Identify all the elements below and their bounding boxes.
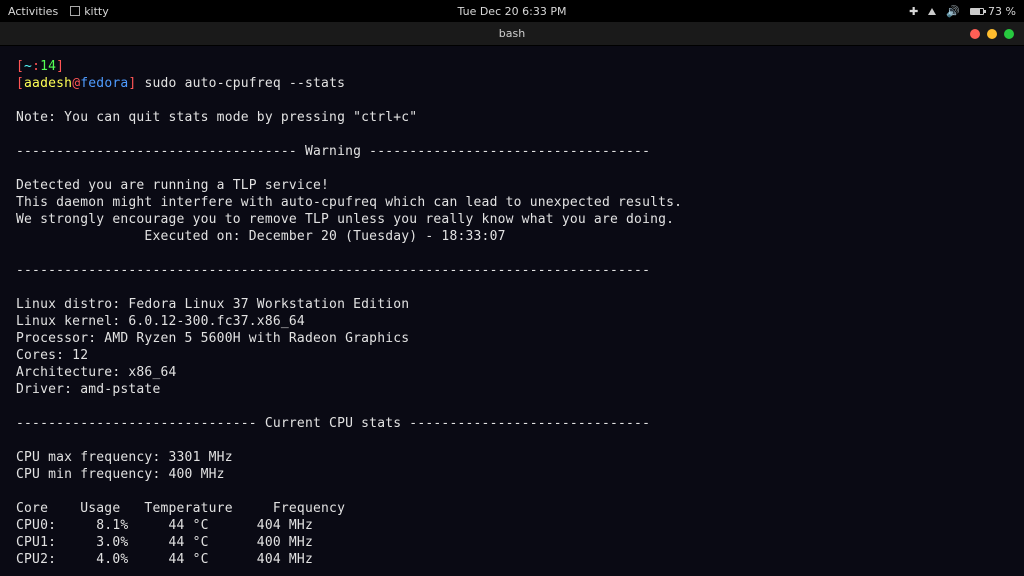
prompt-bracket: ]	[56, 59, 64, 74]
output-line: Note: You can quit stats mode by pressin…	[16, 110, 417, 125]
battery-percent: 73 %	[988, 5, 1016, 18]
output-line: ------------------------------ Current C…	[16, 416, 650, 431]
terminal[interactable]: [~:14] [aadesh@fedora] sudo auto-cpufreq…	[0, 46, 1024, 576]
app-name: kitty	[84, 5, 109, 18]
prompt-user: aadesh	[24, 76, 72, 91]
output-line: Linux distro: Fedora Linux 37 Workstatio…	[16, 297, 409, 312]
table-header: Core Usage Temperature Frequency	[16, 501, 345, 516]
window-title: bash	[499, 27, 525, 40]
output-line: CPU max frequency: 3301 MHz	[16, 450, 233, 465]
table-row: CPU2: 4.0% 44 °C 404 MHz	[16, 552, 313, 567]
prompt-bracket: [	[16, 59, 24, 74]
output-line: ----------------------------------- Warn…	[16, 144, 650, 159]
status-area[interactable]: ✚ 🔊 73 %	[909, 5, 1016, 18]
window-titlebar: bash	[0, 22, 1024, 46]
activities-button[interactable]: Activities	[8, 5, 58, 18]
prompt-tilde: ~	[24, 59, 32, 74]
maximize-icon[interactable]	[1004, 29, 1014, 39]
window-controls	[970, 29, 1014, 39]
minimize-icon[interactable]	[987, 29, 997, 39]
output-line: CPU min frequency: 400 MHz	[16, 467, 225, 482]
table-row: CPU1: 3.0% 44 °C 400 MHz	[16, 535, 313, 550]
accessibility-icon: ✚	[909, 5, 918, 18]
network-icon	[928, 8, 936, 15]
output-line: ----------------------------------------…	[16, 263, 650, 278]
output-line: Driver: amd-pstate	[16, 382, 160, 397]
close-icon[interactable]	[970, 29, 980, 39]
output-line: Processor: AMD Ryzen 5 5600H with Radeon…	[16, 331, 409, 346]
output-line: Detected you are running a TLP service!	[16, 178, 329, 193]
app-icon	[70, 6, 80, 16]
output-line: Cores: 12	[16, 348, 88, 363]
command-text: sudo auto-cpufreq --stats	[136, 76, 345, 91]
prompt-host: fedora	[80, 76, 128, 91]
battery-indicator: 73 %	[970, 5, 1016, 18]
prompt-bracket: [	[16, 76, 24, 91]
output-line: We strongly encourage you to remove TLP …	[16, 212, 674, 227]
battery-icon	[970, 8, 984, 15]
output-line: Executed on: December 20 (Tuesday) - 18:…	[16, 229, 506, 244]
prompt-colon: :	[32, 59, 40, 74]
table-row: CPU0: 8.1% 44 °C 404 MHz	[16, 518, 313, 533]
output-line: This daemon might interfere with auto-cp…	[16, 195, 682, 210]
output-line: Linux kernel: 6.0.12-300.fc37.x86_64	[16, 314, 305, 329]
clock[interactable]: Tue Dec 20 6:33 PM	[458, 5, 567, 18]
volume-icon: 🔊	[946, 5, 960, 18]
output-line: Architecture: x86_64	[16, 365, 177, 380]
gnome-topbar: Activities kitty Tue Dec 20 6:33 PM ✚ 🔊 …	[0, 0, 1024, 22]
app-menu[interactable]: kitty	[70, 5, 109, 18]
prompt-history: 14	[40, 59, 56, 74]
